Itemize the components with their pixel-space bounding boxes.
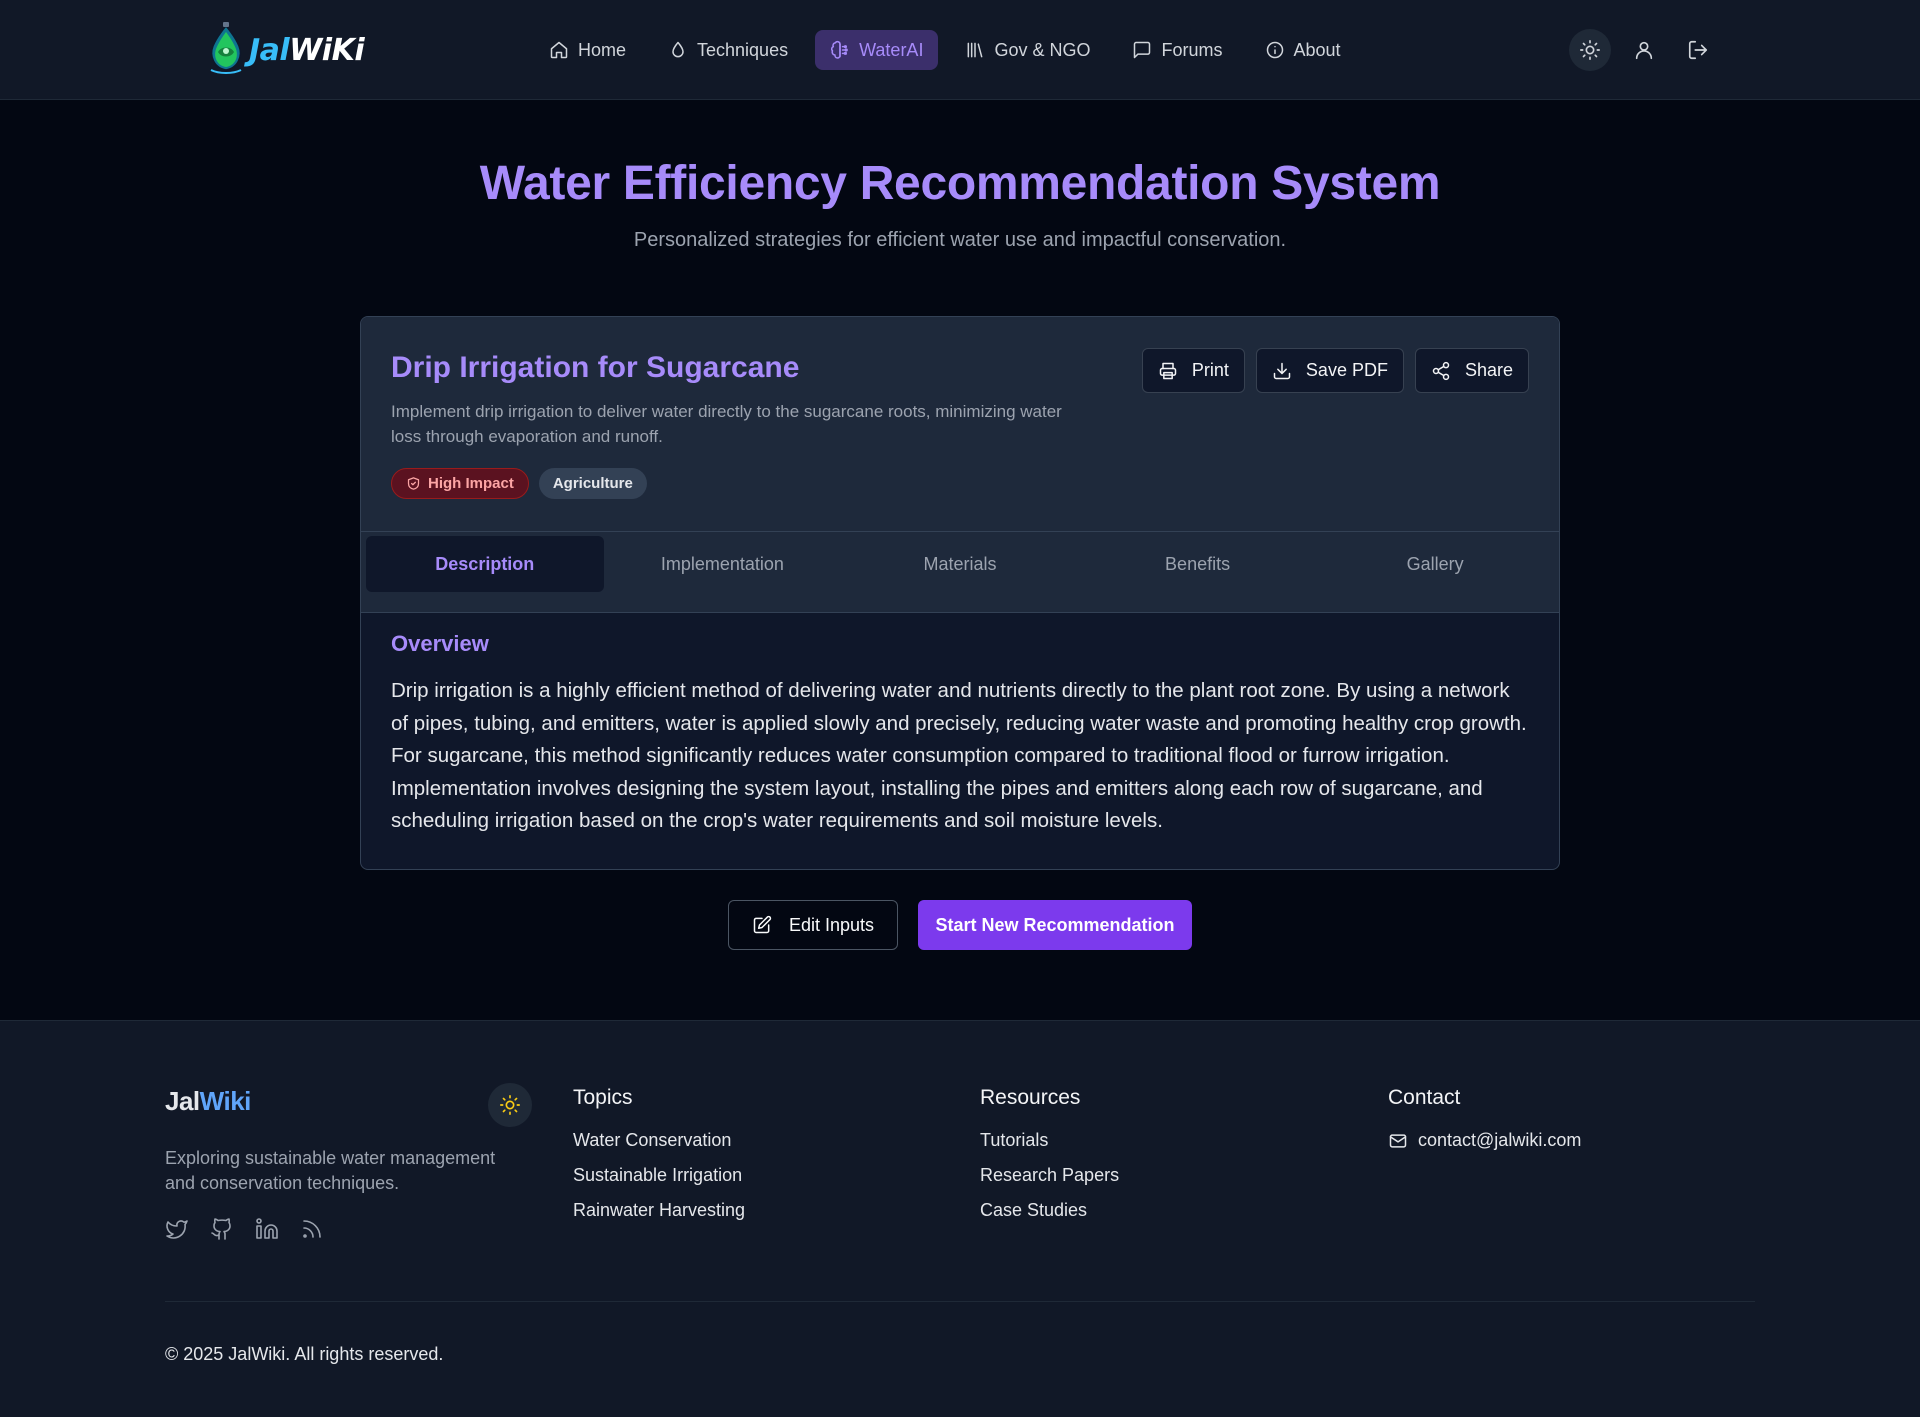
logout-button[interactable] xyxy=(1677,29,1719,71)
library-icon xyxy=(968,42,983,58)
printer-icon xyxy=(1159,362,1177,379)
logo[interactable]: JalWiKi xyxy=(205,22,365,78)
tab-implementation[interactable]: Implementation xyxy=(604,536,842,592)
shield-icon xyxy=(407,477,420,490)
footer: JalWiki Exploring sustainable water mana… xyxy=(0,1020,1920,1417)
github-link[interactable] xyxy=(210,1217,234,1241)
user-icon xyxy=(1635,41,1653,60)
overview-text: Drip irrigation is a highly efficient me… xyxy=(391,679,1527,832)
footer-link-research-papers[interactable]: Research Papers xyxy=(980,1165,1119,1200)
footer-link-tutorials[interactable]: Tutorials xyxy=(980,1130,1119,1165)
droplet-icon xyxy=(672,41,684,58)
recommendation-description: Implement drip irrigation to deliver wat… xyxy=(391,402,1062,446)
mail-icon xyxy=(1389,1133,1407,1148)
nav-home-label: Home xyxy=(578,39,627,60)
logo-text-wiki: WiKi xyxy=(289,32,365,68)
nav-about[interactable]: About xyxy=(1250,30,1356,70)
tab-gallery[interactable]: Gallery xyxy=(1316,536,1554,592)
footer-brand[interactable]: JalWiki xyxy=(165,1086,251,1117)
nav-gov-ngo-label: Gov & NGO xyxy=(994,39,1091,60)
nav-home[interactable]: Home xyxy=(534,30,641,70)
start-new-recommendation-button[interactable]: Start New Recommendation xyxy=(918,900,1192,950)
twitter-icon xyxy=(166,1220,188,1239)
footer-link-case-studies[interactable]: Case Studies xyxy=(980,1200,1119,1235)
save-pdf-button[interactable]: Save PDF xyxy=(1255,348,1404,393)
profile-button[interactable] xyxy=(1623,29,1665,71)
print-button-label: Print xyxy=(1191,360,1229,380)
rss-link[interactable] xyxy=(300,1217,324,1241)
linkedin-link[interactable] xyxy=(255,1217,279,1241)
linkedin-icon xyxy=(256,1218,278,1239)
footer-divider xyxy=(165,1301,1755,1302)
footer-brand-jal: Jal xyxy=(165,1086,200,1116)
card-actions: Print Save PDF Share xyxy=(1141,348,1529,393)
nav-forums-label: Forums xyxy=(1161,39,1223,60)
edit-icon xyxy=(753,915,772,934)
download-icon xyxy=(1273,362,1291,379)
footer-tagline: Exploring sustainable water management a… xyxy=(165,1148,496,1193)
nav-gov-ngo[interactable]: Gov & NGO xyxy=(950,30,1105,70)
page-subtitle: Personalized strategies for efficient wa… xyxy=(633,229,1287,251)
github-icon xyxy=(211,1218,231,1240)
footer-topics-heading: Topics xyxy=(573,1086,633,1109)
tab-description[interactable]: Description xyxy=(366,536,604,592)
logo-text-jal: Jal xyxy=(249,32,290,68)
nav-waterai-label: WaterAI xyxy=(859,39,924,60)
recommendation-card: Drip Irrigation for Sugarcane Implement … xyxy=(360,316,1560,870)
footer-topics: Topics Water Conservation Sustainable Ir… xyxy=(573,1086,745,1235)
share-button[interactable]: Share xyxy=(1414,348,1529,393)
edit-inputs-label: Edit Inputs xyxy=(788,914,875,935)
main-nav: Home Techniques WaterAI Gov & NGO Forums… xyxy=(534,30,1356,70)
water-drop-logo-icon xyxy=(210,22,242,74)
share-icon xyxy=(1432,361,1450,380)
footer-link-sustainable-irrigation[interactable]: Sustainable Irrigation xyxy=(573,1165,745,1200)
recommendation-title: Drip Irrigation for Sugarcane xyxy=(391,351,800,384)
tab-benefits[interactable]: Benefits xyxy=(1079,536,1317,592)
footer-brand-wiki: Wiki xyxy=(199,1086,252,1116)
edit-inputs-button[interactable]: Edit Inputs xyxy=(728,900,898,950)
page-title: Water Efficiency Recommendation System xyxy=(479,157,1441,210)
footer-link-rainwater-harvesting[interactable]: Rainwater Harvesting xyxy=(573,1200,745,1235)
nav-techniques-label: Techniques xyxy=(697,39,789,60)
footer-resources: Resources Tutorials Research Papers Case… xyxy=(980,1086,1119,1235)
tab-materials[interactable]: Materials xyxy=(841,536,1079,592)
brain-icon xyxy=(831,40,848,59)
badge-group: High Impact Agriculture xyxy=(391,468,647,499)
nav-waterai[interactable]: WaterAI xyxy=(815,30,939,70)
overview-heading: Overview xyxy=(391,631,489,656)
copyright: © 2025 JalWiki. All rights reserved. xyxy=(165,1344,444,1364)
recommendation-header: Drip Irrigation for Sugarcane Implement … xyxy=(361,317,1559,531)
impact-badge-label: High Impact xyxy=(428,475,514,492)
footer-contact: Contact contact@jalwiki.com xyxy=(1388,1086,1581,1151)
footer-link-water-conservation[interactable]: Water Conservation xyxy=(573,1130,745,1165)
impact-badge: High Impact xyxy=(391,468,529,499)
category-badge: Agriculture xyxy=(538,468,647,499)
share-button-label: Share xyxy=(1464,360,1513,380)
save-pdf-button-label: Save PDF xyxy=(1305,360,1388,380)
social-links xyxy=(165,1217,324,1241)
info-icon xyxy=(1266,41,1283,59)
sun-icon xyxy=(1580,40,1600,60)
footer-theme-toggle[interactable] xyxy=(488,1083,532,1127)
footer-resources-heading: Resources xyxy=(980,1086,1081,1109)
rss-icon xyxy=(303,1220,321,1238)
home-icon xyxy=(550,41,568,59)
message-square-icon xyxy=(1134,41,1151,59)
header-actions xyxy=(1569,29,1719,71)
sun-icon xyxy=(500,1095,520,1115)
theme-toggle-button[interactable] xyxy=(1569,29,1611,71)
nav-techniques[interactable]: Techniques xyxy=(653,30,803,70)
contact-email-link[interactable]: contact@jalwiki.com xyxy=(1388,1130,1581,1151)
twitter-link[interactable] xyxy=(165,1217,189,1241)
top-navbar: JalWiKi Home Techniques WaterAI Gov & NG… xyxy=(0,0,1920,100)
tab-list: Description Implementation Materials Ben… xyxy=(361,531,1559,613)
nav-forums[interactable]: Forums xyxy=(1117,30,1237,70)
logout-icon xyxy=(1688,40,1708,60)
footer-contact-heading: Contact xyxy=(1388,1086,1461,1109)
print-button[interactable]: Print xyxy=(1141,348,1245,393)
nav-about-label: About xyxy=(1293,39,1341,60)
contact-email: contact@jalwiki.com xyxy=(1418,1130,1582,1150)
